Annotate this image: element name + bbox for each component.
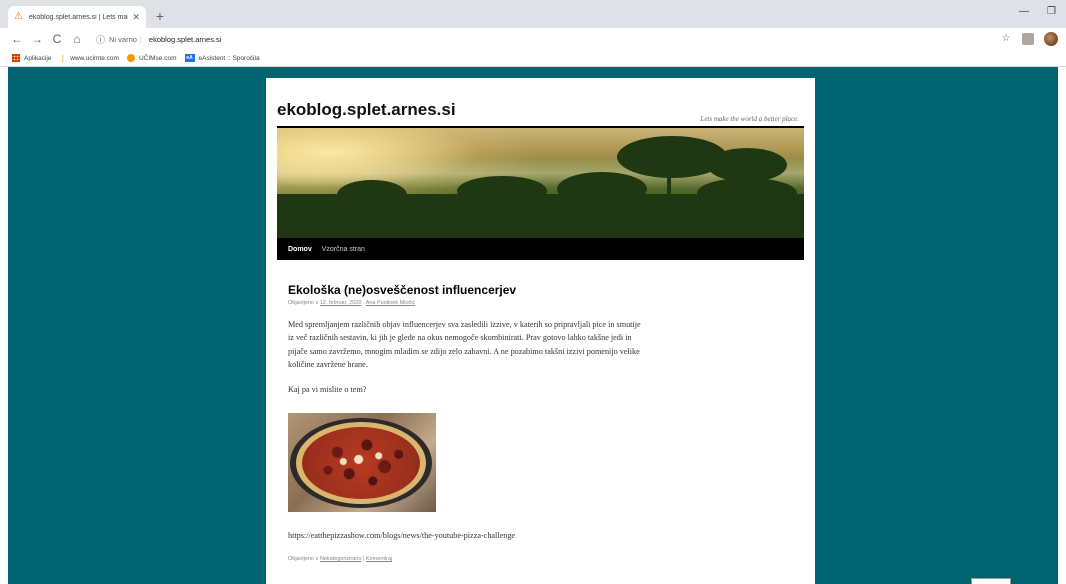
back-button[interactable]: ← xyxy=(8,32,26,46)
post-meta: Objavljeno v 12. februar, 2020 , Ana Pus… xyxy=(288,300,415,306)
bookmark-label: eAsistent :: Sporočila xyxy=(198,54,260,62)
profile-avatar[interactable] xyxy=(1044,32,1058,46)
site-description: Lets make the world a better place. xyxy=(700,115,799,123)
bookmarks-bar: Aplikacije ❘ www.ucimte.com UČIMse.com e… xyxy=(0,50,1066,67)
site-title[interactable]: ekoblog.splet.arnes.si xyxy=(277,100,456,120)
security-label: Ni varno xyxy=(109,34,137,44)
category-link[interactable]: Nekategorizirano xyxy=(320,556,362,562)
main-nav: Domov Vzorčna stran xyxy=(277,238,804,260)
forward-button[interactable]: → xyxy=(28,32,46,46)
home-button[interactable]: ⌂ xyxy=(68,32,86,46)
info-icon[interactable]: ⓘ xyxy=(96,33,105,46)
bookmark-apps[interactable]: Aplikacije xyxy=(12,54,51,62)
restore-button[interactable]: ❐ xyxy=(1047,6,1056,17)
bookmark-ucimse[interactable]: UČIMse.com xyxy=(126,54,177,62)
window-controls: — ❐ xyxy=(1019,6,1056,17)
corner-popup xyxy=(971,578,1011,584)
banner-tree xyxy=(697,178,797,208)
header-banner-image[interactable] xyxy=(277,128,804,238)
post-meta-prefix: Objavljeno v xyxy=(288,300,319,306)
browser-tabstrip: ⚠ ekoblog.splet.arnes.si | Lets mak ✕ + … xyxy=(0,0,1066,28)
minimize-button[interactable]: — xyxy=(1019,6,1029,17)
nav-item-home[interactable]: Domov xyxy=(288,246,312,253)
post-body: Med spremljanjem različnih objav influen… xyxy=(288,320,641,370)
banner-tree-trunk xyxy=(667,168,671,208)
banner-tree xyxy=(557,172,647,206)
page-viewport: ekoblog.splet.arnes.si Lets make the wor… xyxy=(8,67,1058,584)
apps-icon xyxy=(12,54,20,62)
post-date-link[interactable]: 12. februar, 2020 xyxy=(320,300,362,306)
leaf-icon: ❘ xyxy=(59,53,67,63)
post-title[interactable]: Ekološka (ne)osveščenost influencerjev xyxy=(288,283,516,297)
dot-icon xyxy=(126,54,135,62)
bookmark-easistent[interactable]: eA eAsistent :: Sporočila xyxy=(184,54,260,62)
nav-item-sample-page[interactable]: Vzorčna stran xyxy=(322,246,365,253)
pizza-toppings xyxy=(302,427,420,499)
reload-button[interactable]: C xyxy=(48,32,66,46)
banner-tree xyxy=(707,148,787,182)
bookmark-ucimte[interactable]: ❘ www.ucimte.com xyxy=(59,54,118,63)
banner-tree xyxy=(337,180,407,210)
bookmark-star-icon[interactable]: ☆ xyxy=(1000,33,1012,45)
tab-title: ekoblog.splet.arnes.si | Lets mak xyxy=(29,13,129,21)
pizza-image xyxy=(288,413,436,512)
post-question: Kaj pa vi mislite o tem? xyxy=(288,385,367,394)
comment-link[interactable]: Komentiraj xyxy=(366,556,392,562)
close-tab-icon[interactable]: ✕ xyxy=(132,12,140,23)
url-text: ekoblog.splet.arnes.si xyxy=(148,34,222,44)
browser-toolbar: ← → C ⌂ ⓘ Ni varno | ekoblog.splet.arnes… xyxy=(0,28,1066,50)
omnibox-separator: | xyxy=(139,34,142,44)
new-tab-button[interactable]: + xyxy=(152,8,168,24)
bookmark-label: Aplikacije xyxy=(24,54,52,62)
footer-prefix: Objavljeno v xyxy=(288,556,319,562)
extension-icon[interactable] xyxy=(1022,33,1034,45)
post-author-link[interactable]: Ana Pustinek Miočić xyxy=(366,300,416,306)
browser-tab[interactable]: ⚠ ekoblog.splet.arnes.si | Lets mak ✕ xyxy=(8,6,146,28)
banner-tree xyxy=(457,176,547,206)
blog-wrapper: ekoblog.splet.arnes.si Lets make the wor… xyxy=(266,78,815,584)
post-footer: Objavljeno v Nekategorizirano | Komentir… xyxy=(288,556,392,562)
bookmark-label: UČIMse.com xyxy=(138,54,177,62)
address-bar[interactable]: ⓘ Ni varno | ekoblog.splet.arnes.si xyxy=(96,30,1000,48)
footer-separator: | xyxy=(362,556,365,562)
easistent-icon: eA xyxy=(184,54,195,62)
source-link[interactable]: https://eatthepizzashow.com/blogs/news/t… xyxy=(288,531,515,540)
bookmark-label: www.ucimte.com xyxy=(70,54,119,62)
site-favicon-icon: ⚠ xyxy=(14,11,23,22)
